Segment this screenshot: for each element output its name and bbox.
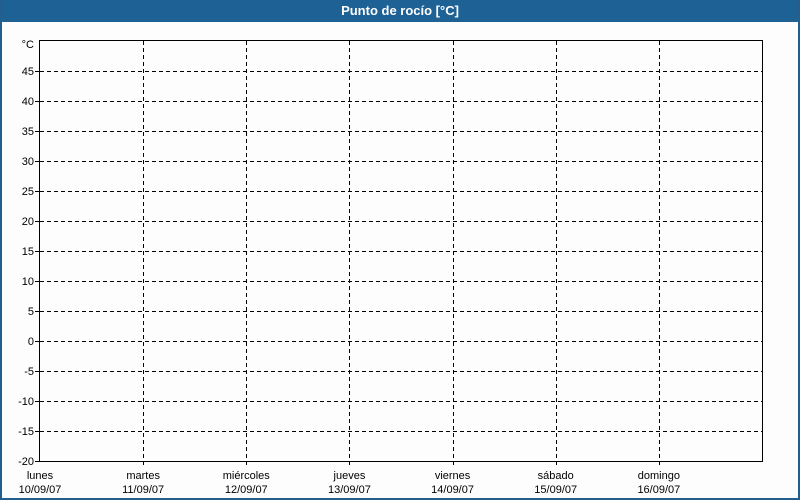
y-axis-label: 45 (22, 66, 34, 78)
y-axis-label: 0 (28, 336, 34, 348)
y-axis-label: 20 (22, 216, 34, 228)
x-day-label: viernes (435, 470, 471, 482)
y-axis-label: 15 (22, 246, 34, 258)
x-day-label: martes (126, 470, 160, 482)
y-axis-label: 5 (28, 306, 34, 318)
y-axis-label: 10 (22, 276, 34, 288)
x-date-label: 11/09/07 (122, 484, 164, 496)
y-axis-label: 30 (22, 156, 34, 168)
y-axis-label: -15 (18, 426, 34, 438)
y-axis-label: 35 (22, 126, 34, 138)
y-axis-label: 40 (22, 96, 34, 108)
x-date-label: 14/09/07 (431, 484, 474, 496)
y-axis-label: -10 (18, 396, 34, 408)
x-date-label: 15/09/07 (534, 484, 577, 496)
chart-window: 45 40 35 30 25 20 15 10 5 0 -5 -10 -15 -20 °C lunes 10/0… (0, 0, 800, 500)
x-date-label: 12/09/07 (225, 484, 268, 496)
x-date-label: 10/09/07 (19, 484, 62, 496)
x-day-label: sábado (538, 470, 574, 482)
x-date-label: 13/09/07 (328, 484, 371, 496)
y-axis-label: -5 (24, 366, 34, 378)
y-axis-label: -20 (18, 456, 34, 468)
y-axis-unit-label: °C (22, 39, 34, 51)
x-day-label: miércoles (223, 470, 271, 482)
dew-point-chart: 45 40 35 30 25 20 15 10 5 0 -5 -10 -15 -20 °C lunes 10/0… (18, 39, 763, 496)
x-day-label: lunes (27, 470, 54, 482)
y-axis-label: 25 (22, 186, 34, 198)
x-date-label: 16/09/07 (637, 484, 680, 496)
x-day-label: domingo (638, 470, 680, 482)
x-day-label: jueves (333, 470, 366, 482)
